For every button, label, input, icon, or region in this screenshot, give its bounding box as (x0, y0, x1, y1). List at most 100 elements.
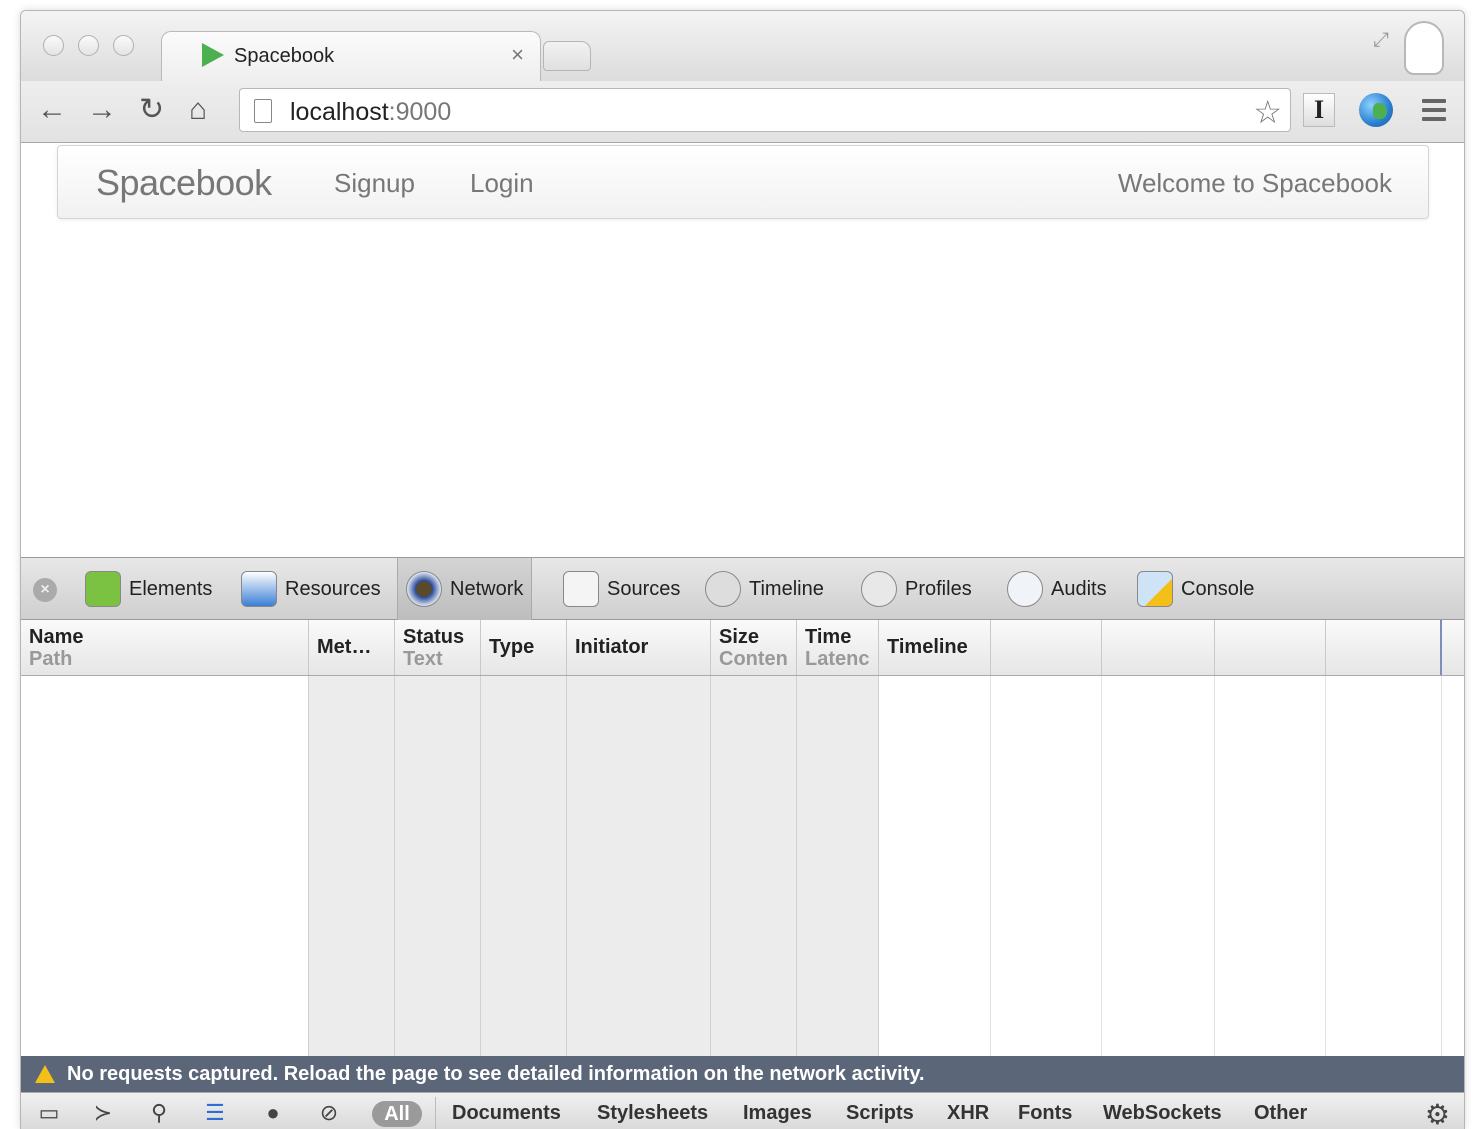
browser-toolbar: ← → ↻ ⌂ localhost:9000 ☆ I (21, 81, 1464, 143)
record-icon[interactable]: ● (259, 1099, 287, 1127)
tab-strip: Spacebook × ⤢ (21, 11, 1464, 83)
url-text[interactable]: localhost:9000 (290, 98, 451, 127)
column-subtitle: Conten (719, 648, 788, 670)
column-body (879, 676, 991, 1056)
resources-icon (241, 571, 277, 607)
separator (435, 1097, 436, 1129)
column-body (797, 676, 879, 1056)
console-icon (1137, 571, 1173, 607)
column-body (481, 676, 567, 1056)
web-page: Spacebook Signup Login Welcome to Spaceb… (21, 143, 1464, 558)
search-icon[interactable]: ⚲ (145, 1099, 173, 1127)
bookmark-star-icon[interactable]: ☆ (1253, 93, 1282, 131)
column-timeline[interactable]: Timeline (879, 620, 991, 675)
tab-network[interactable]: Network (397, 558, 533, 620)
large-rows-icon[interactable]: ☰ (201, 1099, 229, 1127)
filter-scripts[interactable]: Scripts (846, 1102, 914, 1125)
column-name[interactable]: Name Path (21, 620, 309, 675)
column-method[interactable]: Met… (309, 620, 395, 675)
warning-text: No requests captured. Reload the page to… (67, 1062, 925, 1085)
page-icon (254, 99, 272, 123)
column-title: Status (403, 626, 465, 648)
column-initiator[interactable]: Initiator (567, 620, 711, 675)
welcome-text: Welcome to Spacebook (1117, 168, 1392, 198)
menu-icon[interactable] (1422, 99, 1446, 126)
timeline-gridline (1102, 620, 1215, 675)
network-icon (406, 571, 442, 607)
site-navbar: Spacebook Signup Login Welcome to Spaceb… (57, 145, 1429, 219)
sources-icon (563, 571, 599, 607)
tab-label: Console (1181, 577, 1255, 600)
column-body (711, 676, 797, 1056)
clear-icon[interactable]: ⊘ (315, 1099, 343, 1127)
tab-label: Resources (285, 577, 381, 600)
profiles-icon (861, 571, 897, 607)
timeline-gridline (1215, 620, 1326, 675)
warning-icon (35, 1065, 55, 1083)
tab-timeline[interactable]: Timeline (697, 558, 832, 620)
column-time[interactable]: Time Latenc (797, 620, 879, 675)
filter-stylesheets[interactable]: Stylesheets (597, 1102, 708, 1125)
column-body (309, 676, 395, 1056)
tab-label: Profiles (905, 577, 972, 600)
address-bar[interactable]: localhost:9000 ☆ (239, 88, 1291, 132)
filter-documents[interactable]: Documents (452, 1102, 561, 1125)
filter-other[interactable]: Other (1254, 1102, 1307, 1125)
devtools-tabbar: × Elements Resources Network Sources Tim… (21, 558, 1464, 620)
stopwatch-icon (705, 571, 741, 607)
tab-console[interactable]: Console (1129, 558, 1262, 620)
elements-icon (85, 571, 121, 607)
filter-xhr[interactable]: XHR (947, 1102, 989, 1125)
globe-extension-icon[interactable] (1359, 93, 1393, 127)
home-icon[interactable]: ⌂ (189, 93, 207, 127)
settings-gear-icon[interactable]: ⚙ (1425, 1098, 1450, 1129)
forward-arrow-icon[interactable]: → (87, 93, 117, 127)
tab-resources[interactable]: Resources (233, 558, 389, 620)
filter-websockets[interactable]: WebSockets (1103, 1102, 1222, 1125)
no-requests-warning: No requests captured. Reload the page to… (21, 1056, 1464, 1092)
column-body (1102, 676, 1215, 1056)
column-body (1326, 676, 1442, 1056)
column-size[interactable]: Size Conten (711, 620, 797, 675)
column-status[interactable]: Status Text (395, 620, 481, 675)
network-table-header: Name Path Met… Status Text Type Initiato… (21, 620, 1464, 676)
close-window-button[interactable] (43, 35, 64, 56)
tab-close-icon[interactable]: × (511, 42, 524, 68)
dock-icon[interactable]: ▭ (35, 1099, 63, 1127)
tab-profiles[interactable]: Profiles (853, 558, 980, 620)
extension-i-icon[interactable]: I (1303, 93, 1335, 127)
browser-tab[interactable]: Spacebook × (161, 31, 541, 83)
timeline-gridline (1326, 620, 1442, 675)
console-drawer-icon[interactable]: ≻ (89, 1099, 117, 1127)
tab-label: Audits (1051, 577, 1107, 600)
tab-elements[interactable]: Elements (77, 558, 220, 620)
login-link[interactable]: Login (470, 168, 534, 199)
zoom-window-button[interactable] (113, 35, 134, 56)
filter-images[interactable]: Images (743, 1102, 812, 1125)
column-title: Type (489, 636, 535, 658)
signup-link[interactable]: Signup (334, 168, 415, 199)
column-title: Initiator (575, 636, 649, 658)
column-type[interactable]: Type (481, 620, 567, 675)
column-body (1215, 676, 1326, 1056)
network-table-body (21, 676, 1464, 1056)
column-title: Met… (317, 636, 372, 658)
filter-all[interactable]: All (372, 1101, 422, 1127)
column-body (395, 676, 481, 1056)
filter-fonts[interactable]: Fonts (1018, 1102, 1072, 1125)
fullscreen-icon[interactable]: ⤢ (1373, 29, 1389, 52)
column-title: Size (719, 626, 760, 648)
column-subtitle: Latenc (805, 648, 870, 670)
tab-sources[interactable]: Sources (555, 558, 688, 620)
column-body (567, 676, 711, 1056)
devtools-close-icon[interactable]: × (33, 578, 57, 602)
tab-label: Timeline (749, 577, 824, 600)
timeline-gridline (991, 620, 1102, 675)
profile-avatar-icon[interactable] (1404, 21, 1444, 75)
reload-icon[interactable]: ↻ (139, 93, 164, 127)
new-tab-button[interactable] (543, 41, 591, 71)
brand-link[interactable]: Spacebook (96, 162, 272, 204)
back-arrow-icon[interactable]: ← (37, 93, 67, 127)
minimize-window-button[interactable] (78, 35, 99, 56)
tab-audits[interactable]: Audits (999, 558, 1115, 620)
